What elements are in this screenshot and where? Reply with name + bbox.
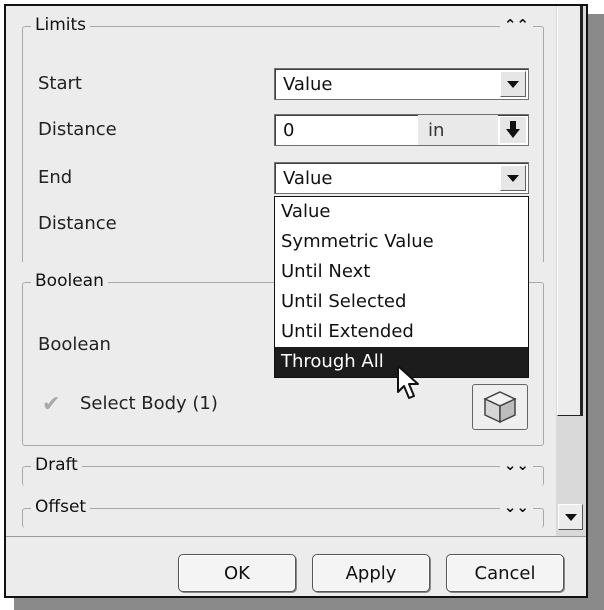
limits-group-title: Limits bbox=[31, 15, 90, 35]
dropdown-option-until-extended[interactable]: Until Extended bbox=[275, 317, 528, 347]
start-dropdown-button[interactable] bbox=[500, 71, 526, 97]
check-icon: ✔ bbox=[42, 392, 61, 417]
distance-unit-label: in bbox=[428, 120, 445, 141]
double-chevron-down-icon[interactable]: ⌄⌄ bbox=[499, 498, 533, 516]
draft-group-title[interactable]: Draft bbox=[31, 455, 82, 475]
end-select[interactable]: Value bbox=[274, 162, 529, 194]
offset-group-title[interactable]: Offset bbox=[31, 497, 91, 517]
scroll-down-button[interactable] bbox=[558, 504, 583, 530]
cube-icon bbox=[483, 391, 517, 424]
button-bar-separator bbox=[6, 536, 586, 537]
end-select-value: Value bbox=[283, 168, 333, 189]
apply-button[interactable]: Apply bbox=[312, 554, 430, 592]
scrollbar-thumb[interactable] bbox=[557, 6, 583, 416]
double-chevron-down-icon[interactable]: ⌄⌄ bbox=[499, 456, 533, 474]
triangle-down-icon bbox=[564, 513, 577, 521]
cancel-button[interactable]: Cancel bbox=[446, 554, 564, 592]
triangle-down-icon bbox=[507, 80, 519, 88]
distance-label: Distance bbox=[38, 119, 117, 140]
start-select[interactable]: Value bbox=[274, 68, 529, 100]
mouse-pointer-icon bbox=[397, 365, 419, 399]
dropdown-option-until-selected[interactable]: Until Selected bbox=[275, 287, 528, 317]
distance-unit: in bbox=[418, 115, 498, 145]
start-select-value: Value bbox=[283, 74, 333, 95]
end-dropdown-button[interactable] bbox=[500, 165, 526, 191]
dropdown-option-until-next[interactable]: Until Next bbox=[275, 257, 528, 287]
boolean-label: Boolean bbox=[38, 334, 111, 355]
start-label: Start bbox=[38, 73, 82, 94]
body-select-button[interactable] bbox=[472, 384, 528, 430]
double-chevron-up-icon[interactable]: ⌃⌃ bbox=[499, 16, 533, 34]
offset-group: Offset ⌄⌄ bbox=[22, 497, 544, 528]
draft-group: Draft ⌄⌄ bbox=[22, 455, 544, 486]
end-dropdown-list: Value Symmetric Value Until Next Until S… bbox=[274, 196, 529, 378]
ok-button[interactable]: OK bbox=[178, 554, 296, 592]
distance-unit-dropdown[interactable] bbox=[500, 117, 526, 143]
triangle-down-icon bbox=[507, 174, 519, 182]
dropdown-option-symmetric-value[interactable]: Symmetric Value bbox=[275, 227, 528, 257]
boolean-group-title: Boolean bbox=[31, 271, 108, 291]
arrow-down-icon bbox=[506, 121, 520, 138]
distance-input-value: 0 bbox=[283, 120, 295, 141]
select-body-label[interactable]: Select Body (1) bbox=[80, 393, 218, 414]
end-label: End bbox=[38, 167, 73, 188]
feature-dialog: Limits ⌃⌃ Start Value Distance 0 in End … bbox=[4, 4, 588, 598]
distance2-label: Distance bbox=[38, 213, 117, 234]
distance-input[interactable]: 0 in bbox=[274, 114, 529, 146]
dropdown-option-value[interactable]: Value bbox=[275, 197, 528, 227]
